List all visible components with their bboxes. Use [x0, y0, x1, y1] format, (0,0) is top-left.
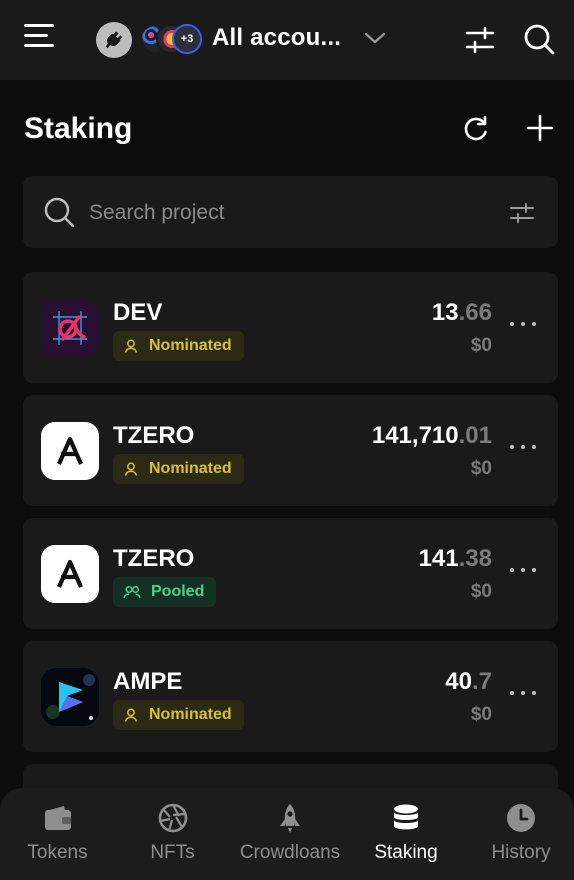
search-icon[interactable]	[522, 22, 556, 56]
nav-tokens[interactable]: Tokens	[0, 788, 115, 880]
more-options-icon[interactable]	[510, 568, 536, 576]
more-options-icon[interactable]	[510, 322, 536, 330]
token-name: TZERO	[113, 545, 195, 572]
amount-integer: 40	[445, 668, 472, 695]
top-bar: +3 All accou...	[0, 0, 574, 80]
bottom-navigation: Tokens NFTs Crowdloans Staking History	[0, 788, 574, 880]
account-selector[interactable]: All accou...	[212, 24, 341, 52]
nav-label: Staking	[374, 842, 438, 863]
status-label: Nominated	[149, 337, 232, 354]
search-input[interactable]	[89, 200, 469, 226]
clock-icon	[507, 804, 535, 832]
nav-label: Tokens	[27, 842, 88, 863]
nav-history[interactable]: History	[468, 788, 574, 880]
amount-integer: 141,710	[371, 422, 459, 449]
page-title: Staking	[24, 112, 133, 145]
more-options-icon[interactable]	[510, 691, 536, 699]
plus-icon[interactable]	[526, 114, 554, 142]
user-icon	[124, 339, 138, 353]
token-name: AMPE	[113, 668, 183, 695]
status-label: Nominated	[149, 706, 232, 723]
nav-label: History	[491, 842, 551, 863]
fiat-value: $0	[470, 704, 492, 725]
status-badge: Pooled	[113, 577, 217, 607]
user-icon	[124, 462, 138, 476]
ampe-logo-icon	[41, 668, 99, 726]
amount-fraction: .01	[458, 422, 492, 449]
more-options-icon[interactable]	[510, 445, 536, 453]
staked-amount: 141,710.01	[372, 422, 492, 450]
aperture-icon	[158, 803, 187, 833]
nav-label: Crowdloans	[239, 842, 341, 863]
reload-icon[interactable]	[460, 114, 490, 144]
staked-amount: 40.7	[445, 668, 492, 696]
staking-item[interactable]: DEV Nominated 13.66 $0	[23, 272, 558, 383]
fiat-value: $0	[470, 335, 492, 356]
nav-staking[interactable]: Staking	[350, 788, 462, 880]
sliders-icon[interactable]	[509, 200, 535, 226]
aleph-zero-logo-icon	[41, 545, 99, 603]
dev-logo-icon	[41, 299, 99, 357]
nav-label: NFTs	[150, 842, 195, 863]
nav-crowdloans[interactable]: Crowdloans	[230, 788, 350, 880]
search-icon	[44, 197, 75, 228]
fiat-value: $0	[470, 458, 492, 479]
wallet-icon	[44, 806, 71, 830]
status-badge: Nominated	[113, 700, 244, 730]
chevron-down-icon[interactable]	[364, 30, 386, 46]
status-badge: Nominated	[113, 454, 244, 484]
status-label: Pooled	[151, 583, 205, 600]
amount-fraction: .7	[471, 668, 492, 695]
plug-icon[interactable]	[96, 22, 132, 58]
amount-fraction: .66	[458, 299, 492, 326]
rocket-icon	[280, 804, 300, 833]
status-label: Nominated	[149, 460, 232, 477]
hamburger-menu-icon[interactable]	[24, 24, 56, 54]
token-name: DEV	[113, 299, 163, 326]
nav-nfts[interactable]: NFTs	[115, 788, 230, 880]
extra-accounts-badge: +3	[172, 24, 202, 54]
account-avatars[interactable]: +3	[140, 24, 204, 56]
fiat-value: $0	[470, 581, 492, 602]
staked-amount: 13.66	[432, 299, 492, 327]
token-name: TZERO	[113, 422, 195, 449]
staked-amount: 141.38	[419, 545, 492, 573]
users-icon	[123, 585, 141, 599]
search-bar	[23, 176, 558, 248]
staking-item[interactable]: AMPE Nominated 40.7 $0	[23, 641, 558, 752]
user-icon	[124, 708, 138, 722]
aleph-zero-logo-icon	[41, 422, 99, 480]
sliders-icon[interactable]	[464, 24, 496, 56]
amount-integer: 141	[418, 545, 459, 572]
staking-item[interactable]: TZERO Pooled 141.38 $0	[23, 518, 558, 629]
database-icon	[394, 804, 418, 830]
amount-fraction: .38	[458, 545, 492, 572]
amount-integer: 13	[431, 299, 459, 326]
staking-item[interactable]: TZERO Nominated 141,710.01 $0	[23, 395, 558, 506]
status-badge: Nominated	[113, 331, 244, 361]
